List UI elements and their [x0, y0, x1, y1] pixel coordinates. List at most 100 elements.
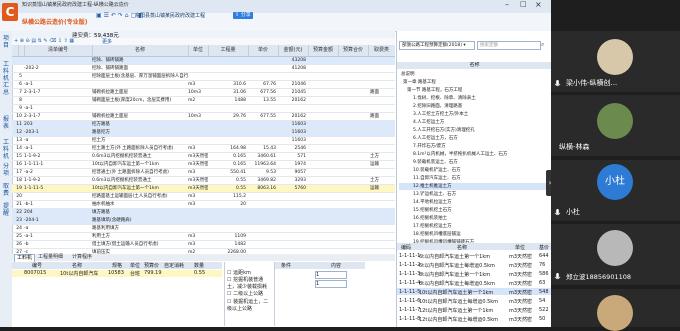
vtab-item[interactable]: 分项 — [1, 163, 11, 177]
table-row[interactable]: 24 -a 路基利用填方 — [12, 225, 395, 233]
table-row[interactable]: -202-2 挖除、铺砖铺路面 41208 — [12, 65, 395, 73]
tree-item[interactable]: 2.挖除旧路面，清理路基 — [399, 103, 462, 110]
vtab-reminder[interactable]: 提醒 — [1, 203, 11, 217]
table-row[interactable]: 22 204 填方路基 — [12, 209, 395, 217]
cell-unit: m3 — [188, 82, 196, 87]
cell-n: 21 — [16, 202, 22, 207]
tree-item[interactable]: 9.装载机装运土、石方 — [399, 159, 458, 166]
table-row[interactable]: 15 1-1-9-2 0.6m3以内挖掘机挖装普通土 m3天然密 0.165 3460.6… — [12, 153, 395, 161]
condition-value[interactable]: 1 — [315, 271, 347, 279]
mic-icon — [554, 80, 561, 87]
tab-material[interactable]: 工料机 — [14, 254, 36, 262]
table-row[interactable]: 12 -203-1 路基挖方 11603 — [12, 129, 395, 137]
table-row[interactable]: 9 -a-1 — [12, 105, 395, 113]
tree-item[interactable]: 11.自卸汽车运土、石方 — [399, 175, 461, 182]
table-row[interactable]: 6 -a-1 m3 310.6 67.76 21046 — [12, 81, 395, 89]
tree-item[interactable]: 4.人工挖运土方 — [399, 119, 444, 126]
col-header[interactable]: 金额(元) — [278, 45, 309, 56]
tree-item[interactable]: 14.平地机拉运土方 — [399, 199, 452, 206]
table-row[interactable]: 19 1-1-11-5 10t以内自卸汽车运土第一个1km m3天然密 0.55 8063… — [12, 185, 395, 193]
quota-library-dropdown[interactable]: 部颁公路工程预算定额(2018) ▾ — [399, 41, 475, 50]
maximize-icon[interactable]: □ — [520, 0, 527, 8]
tree-item[interactable]: 13.铲运机运土、石方 — [399, 191, 456, 198]
quota-row[interactable]: 1-1-11-3 8t以内自卸汽车运土第一个1km m3天然密 586 — [397, 270, 551, 277]
table-row[interactable]: 16 1-1-11-1 10t以内自卸汽车运土第一个1km m3天然密 0.165 119… — [12, 161, 395, 169]
table-row[interactable]: 23 -204-1 路基填筑(含硬路肩) — [12, 217, 395, 225]
quota-cell-name: 8t以内自卸汽车运土第一个1km — [419, 272, 491, 277]
tree-item[interactable]: 3.人工挖土方挖土方/外本土 — [399, 111, 468, 118]
participant-tile[interactable]: 小杜 小杜 — [551, 160, 680, 221]
option-1[interactable]: ☐ 运距km — [227, 269, 273, 276]
tree-item[interactable]: 17.挖掘机挖运土方 — [399, 223, 452, 230]
table-row[interactable]: 26 -b 借土填方(借土运输人员自行考虑) m3 1482 — [12, 241, 395, 249]
col-header[interactable]: 预算金额 — [308, 45, 339, 56]
table-row[interactable]: 13 -a 挖土方 11603 — [12, 137, 395, 145]
tree-item[interactable]: 8.1m³以内机械，半挤拖扒机械人工运土、石方 — [399, 151, 507, 158]
quota-row[interactable]: 1-1-11-1 6t以内自卸汽车运土第一个1km m3天然密 644 — [397, 252, 551, 259]
vtab-material-summary[interactable]: 工料机汇总 — [1, 61, 11, 96]
tree-item[interactable]: 10.装载机铲运土、石方 — [399, 167, 461, 174]
table-row[interactable]: 17 -a-2 挖普通土(外 土路面拆除人员自行考虑) m3 550.41 9.53 905… — [12, 169, 395, 177]
col-header[interactable]: 取费类 — [368, 45, 395, 56]
vtab-material[interactable]: 工料机 — [1, 139, 11, 160]
table-row[interactable]: 21 -b-1 抽水机抽水 m3 20 — [12, 201, 395, 209]
option-2[interactable]: ☐ 挖掘机装普通土，减少装载损耗 — [227, 276, 273, 290]
cell-unit: m3天然密 — [188, 178, 208, 183]
quota-row[interactable]: 1-1-11-2 6t以内自卸汽车运土每增运0.5km m3天然密 76 — [397, 261, 551, 268]
close-icon[interactable]: × — [535, 0, 542, 9]
table-row[interactable]: 11 203 挖方路基 11603 — [12, 121, 395, 129]
quota-row[interactable]: 1-1-11-8 12t以内自卸汽车运土每增运0.5km m3天然密 50 — [397, 315, 551, 322]
quota-cell-code: 1-1-11-7 — [399, 307, 421, 313]
quota-row[interactable]: 1-1-11-4 8t以内自卸汽车运土每增运0.5km m3天然密 63 — [397, 279, 551, 286]
detail-row[interactable]: 8007015 10t以内自卸汽车 10583 台班 799.19 0.55 — [12, 270, 222, 277]
tree-item[interactable]: 总说明 — [399, 71, 415, 78]
table-row[interactable]: 25 -a-1 利用土方 m3 1109 — [12, 233, 395, 241]
tree-item[interactable]: 6.人工挖运土方，石方 — [399, 135, 458, 142]
participant-tile[interactable]: 纵横-林森 — [551, 95, 680, 156]
col-header[interactable]: 名称 — [92, 45, 189, 56]
participant-tile[interactable]: 梁小伟-纵横创... — [551, 31, 680, 92]
tree-item[interactable]: 5.人工开挖石方(实方)清理挖孔 — [399, 127, 475, 134]
option-3[interactable]: ☐ 二级以上公路 — [227, 290, 273, 297]
tree-item[interactable]: 7.开炸石方/废方 — [399, 143, 446, 150]
tab-quantity-detail[interactable]: 工程量明细 — [36, 254, 65, 261]
tree-item[interactable]: 16.挖掘机装拍土 — [399, 215, 447, 222]
option-4[interactable]: ☐ 装掘机运土，二级以上公路 — [227, 298, 273, 312]
quota-row[interactable]: 1-1-11-5 10t以内自卸汽车运土第一个1km m3天然密 548 — [397, 288, 551, 295]
col-header[interactable]: 工程量 — [208, 45, 249, 56]
table-row[interactable]: 5 挖除面层土板(含基层、厚万温铺面层拆除人自行考虑) — [12, 73, 395, 81]
tree-item[interactable]: 18.挖掘机凹槽底层铺运 — [399, 231, 461, 238]
tree-item[interactable]: 12.推土机推运土方 — [399, 183, 551, 190]
tree-item[interactable]: 第一章 路基工程 — [399, 79, 436, 86]
search-icon[interactable]: ⌕ — [541, 41, 544, 49]
table-row[interactable]: 20 挖路面基土运输面层(土人员自行考虑) m3 115.2 — [12, 193, 395, 201]
table-row[interactable]: 挖除、铺砖铺路 43208 — [12, 57, 395, 65]
table-row[interactable]: 8 铺砌面层土板(厚度20cm，含层实费用) m2 1488 13.55 20162 — [12, 97, 395, 105]
tab-calc-program[interactable]: 计算程序 — [70, 254, 94, 261]
table-row[interactable]: 18 1-1-9-2 0.6m3以内挖掘机挖装普通土 m3天然密 0.55 3469.82… — [12, 177, 395, 185]
minimize-icon[interactable]: – — [505, 0, 509, 9]
col-header[interactable]: 单价 — [248, 45, 279, 56]
col-header[interactable]: 单位 — [188, 45, 209, 56]
participant-tile[interactable]: 郑立波18856901108 — [551, 224, 680, 285]
table-row[interactable]: 10 2-3-1-7 铺砌机拉路土面层 10m3 29.76 677.55 20162 路面 — [12, 113, 395, 121]
vtab-report[interactable]: 报表 — [1, 116, 11, 130]
quota-row[interactable]: 1-1-11-6 10t以内自卸汽车运土每增运0.5km m3天然密 54 — [397, 297, 551, 304]
share-button[interactable]: ⇪ 分享 — [233, 12, 253, 19]
quota-row[interactable]: 1-1-11-7 12t以内自卸汽车运土第一个1km m3天然密 522 — [397, 306, 551, 313]
tree-item[interactable]: 第一节 路基工程，石方工程 — [399, 87, 462, 94]
tree-item[interactable]: 1.伐树、挖根、除草、清除表土 — [399, 95, 476, 102]
vtab-fee[interactable]: 取费 — [1, 183, 11, 197]
cell-n: 14 — [16, 146, 22, 151]
col-header[interactable]: 预算合价 — [338, 45, 369, 56]
tree-item[interactable]: 15.挖掘机挖土石方 — [399, 207, 452, 214]
condition-value[interactable]: 1 — [315, 280, 347, 288]
table-row[interactable]: 14 -a-1 挖土路土方(外 土路面拆除人员自行考虑) m3 164.98 15.43 2… — [12, 145, 395, 153]
vtab-project[interactable]: 项目 — [1, 35, 11, 49]
table-row[interactable]: 7 2-3-1-7 铺砌机拉路土面层 10m3 31.06 677.56 21045 路面 — [12, 89, 395, 97]
participant-tile[interactable] — [551, 289, 680, 331]
sub-toolbar-icons[interactable]: + ⊕ ⊖ ▤ ⇅ ✎ ⌫ ⇩ ⇧ ▦ — [14, 38, 74, 44]
search-input[interactable]: 搜索定额 — [477, 41, 541, 50]
more-button[interactable]: 更多 — [102, 38, 112, 45]
col-header[interactable]: 清单编号 — [24, 45, 93, 56]
